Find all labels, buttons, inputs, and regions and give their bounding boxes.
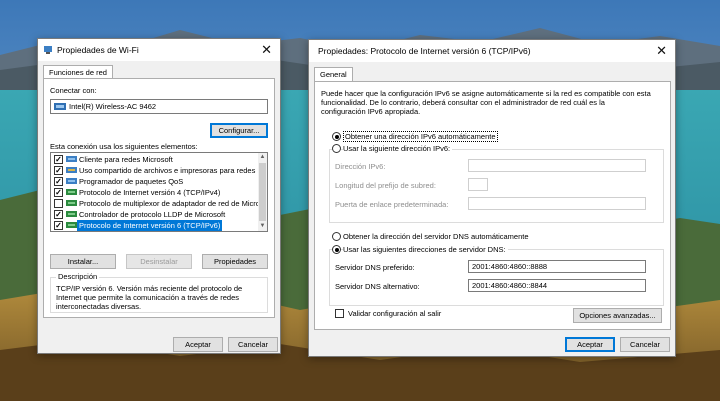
properties-button[interactable]: Propiedades bbox=[202, 254, 268, 269]
auto-ip-option-label[interactable]: Obtener una dirección IPv6 automáticamen… bbox=[343, 131, 498, 142]
qos-scheduler-icon bbox=[66, 178, 77, 184]
manual-ip-radio[interactable] bbox=[332, 144, 341, 153]
gateway-label: Puerta de enlace predeterminada: bbox=[335, 200, 449, 209]
wifi-cancel-button[interactable]: Cancelar bbox=[228, 337, 278, 352]
scroll-down-icon[interactable]: ▼ bbox=[258, 222, 267, 231]
intro-line-1: Puede hacer que la configuración IPv6 se… bbox=[321, 89, 651, 98]
file-sharing-icon bbox=[66, 167, 77, 173]
item-checkbox[interactable]: ✓ bbox=[54, 210, 63, 219]
items-label: Esta conexión usa los siguientes element… bbox=[50, 142, 198, 151]
manual-dns-radio[interactable] bbox=[332, 245, 341, 254]
scroll-up-icon[interactable]: ▲ bbox=[258, 153, 267, 162]
general-tab-panel: Puede hacer que la configuración IPv6 se… bbox=[314, 81, 671, 330]
preferred-dns-field[interactable]: 2001:4860:4860::8888 bbox=[468, 260, 646, 273]
wifi-tab-panel: Conectar con: Intel(R) Wireless-AC 9462 … bbox=[43, 78, 275, 318]
scroll-thumb[interactable] bbox=[259, 163, 266, 221]
list-item-label: Uso compartido de archivos e impresoras … bbox=[79, 166, 264, 175]
auto-ip-radio[interactable] bbox=[332, 132, 341, 141]
ipv6-cancel-button[interactable]: Cancelar bbox=[620, 337, 670, 352]
list-item-label: Controlador de protocolo LLDP de Microso… bbox=[79, 210, 226, 219]
adapter-name-field: Intel(R) Wireless-AC 9462 bbox=[50, 99, 268, 114]
protocol-icon bbox=[66, 211, 77, 217]
wifi-dialog-title: Propiedades de Wi-Fi bbox=[57, 45, 139, 55]
ipv6-ok-button[interactable]: Aceptar bbox=[565, 337, 615, 352]
gateway-field[interactable] bbox=[468, 197, 646, 210]
protocol-icon bbox=[66, 200, 77, 206]
item-checkbox[interactable]: ✓ bbox=[54, 155, 63, 164]
list-item[interactable]: ✓ Controlador de protocolo LLDP de Micros… bbox=[51, 209, 249, 220]
wifi-ok-button[interactable]: Aceptar bbox=[173, 337, 223, 352]
connect-using-label: Conectar con: bbox=[50, 86, 97, 95]
preferred-dns-label: Servidor DNS preferido: bbox=[335, 263, 415, 272]
list-item[interactable]: ✓ Programador de paquetes QoS bbox=[51, 176, 249, 187]
auto-dns-radio[interactable] bbox=[332, 232, 341, 241]
close-icon[interactable]: ✕ bbox=[261, 42, 272, 58]
list-item[interactable]: ✓ Uso compartido de archivos e impresoras… bbox=[51, 165, 264, 176]
ipv6-dialog-titlebar[interactable]: Propiedades: Protocolo de Internet versi… bbox=[309, 40, 675, 62]
list-item-label: Protocolo de Internet versión 4 (TCP/IPv… bbox=[79, 188, 221, 197]
list-item[interactable]: Protocolo de multiplexor de adaptador de… bbox=[51, 198, 264, 209]
alternate-dns-label: Servidor DNS alternativo: bbox=[335, 282, 420, 291]
close-icon[interactable]: ✕ bbox=[656, 43, 667, 59]
item-checkbox[interactable]: ✓ bbox=[54, 177, 63, 186]
list-item-label: Cliente para redes Microsoft bbox=[79, 155, 173, 164]
description-text-3: interconectadas diversas. bbox=[56, 302, 142, 311]
install-button[interactable]: Instalar... bbox=[50, 254, 116, 269]
validate-on-exit-checkbox[interactable] bbox=[335, 309, 344, 318]
ipv6-properties-dialog: Propiedades: Protocolo de Internet versi… bbox=[308, 39, 676, 357]
network-adapter-icon bbox=[44, 46, 52, 54]
network-client-icon bbox=[66, 156, 77, 162]
ipv6-address-field[interactable] bbox=[468, 159, 646, 172]
advanced-options-button[interactable]: Opciones avanzadas... bbox=[573, 308, 662, 323]
item-checkbox[interactable]: ✓ bbox=[54, 166, 63, 175]
configure-button[interactable]: Configurar... bbox=[210, 123, 268, 138]
list-item-label: Protocolo de Internet versión 6 (TCP/IPv… bbox=[77, 220, 223, 231]
description-text-2: Internet que permite la comunicación a t… bbox=[56, 293, 240, 302]
list-item[interactable]: ✓ Cliente para redes Microsoft bbox=[51, 154, 249, 165]
components-list[interactable]: ✓ Protocolo de Internet versión 6 (TCP/IP… bbox=[50, 152, 268, 232]
manual-dns-group bbox=[329, 249, 664, 306]
list-item-label: Programador de paquetes QoS bbox=[79, 177, 184, 186]
intro-line-3: configuración IPv6 apropiada. bbox=[321, 107, 421, 116]
protocol-icon bbox=[66, 222, 77, 228]
list-scrollbar[interactable]: ▲ ▼ bbox=[258, 153, 267, 231]
manual-dns-option-label[interactable]: Usar las siguientes direcciones de servi… bbox=[343, 245, 508, 254]
list-item-label: Protocolo de multiplexor de adaptador de… bbox=[79, 199, 264, 208]
uninstall-button[interactable]: Desinstalar bbox=[126, 254, 192, 269]
item-checkbox[interactable]: ✓ bbox=[54, 188, 63, 197]
wifi-dialog-body: Funciones de red Conectar con: Intel(R) … bbox=[38, 61, 280, 353]
prefix-length-label: Longitud del prefijo de subred: bbox=[335, 181, 436, 190]
wifi-properties-dialog: Propiedades de Wi-Fi ✕ Funciones de red … bbox=[37, 38, 281, 354]
adapter-name: Intel(R) Wireless-AC 9462 bbox=[69, 102, 157, 111]
list-item[interactable]: ✓ Protocolo de Internet versión 6 (TCP/IP… bbox=[51, 220, 249, 231]
item-checkbox[interactable]: ✓ bbox=[54, 221, 63, 230]
ipv6-dialog-title: Propiedades: Protocolo de Internet versi… bbox=[318, 46, 531, 56]
ipv6-address-label: Dirección IPv6: bbox=[335, 162, 386, 171]
alternate-dns-field[interactable]: 2001:4860:4860::8844 bbox=[468, 279, 646, 292]
tab-funciones-de-red[interactable]: Funciones de red bbox=[43, 65, 113, 79]
network-card-icon bbox=[54, 103, 66, 110]
prefix-length-field[interactable] bbox=[468, 178, 488, 191]
description-text-1: TCP/IP versión 6. Versión más reciente d… bbox=[56, 284, 243, 293]
item-checkbox[interactable] bbox=[54, 199, 63, 208]
protocol-icon bbox=[66, 189, 77, 195]
description-heading: Descripción bbox=[56, 272, 100, 281]
auto-dns-option-label[interactable]: Obtener la dirección del servidor DNS au… bbox=[343, 232, 529, 241]
validate-on-exit-label[interactable]: Validar configuración al salir bbox=[348, 309, 441, 318]
manual-ip-option-label[interactable]: Usar la siguiente dirección IPv6: bbox=[343, 144, 453, 153]
ipv6-dialog-body: General Puede hacer que la configuración… bbox=[309, 62, 675, 356]
list-item[interactable]: ✓ Protocolo de Internet versión 4 (TCP/IP… bbox=[51, 187, 249, 198]
tab-general[interactable]: General bbox=[314, 67, 353, 82]
wifi-dialog-titlebar[interactable]: Propiedades de Wi-Fi ✕ bbox=[38, 39, 280, 61]
intro-line-2: funcionalidad. De lo contrario, deberá c… bbox=[321, 98, 605, 107]
